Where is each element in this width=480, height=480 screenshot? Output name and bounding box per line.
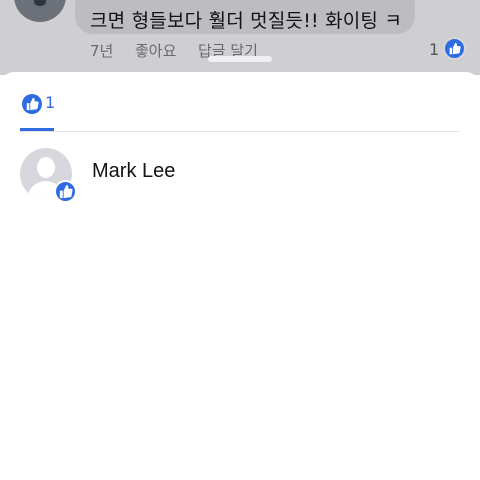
tab-like-count: 1 bbox=[45, 93, 56, 112]
tab-all-likes[interactable]: 1 bbox=[20, 93, 56, 129]
sheet-grabber-handle[interactable] bbox=[208, 56, 272, 62]
thumbs-up-icon bbox=[22, 94, 42, 114]
comment-thread-backdrop[interactable]: 크면 형들보다 훨더 멋질듯!! 화이팅 ㅋ 7년 좋아요 답글 달기 1 bbox=[0, 0, 480, 75]
commenter-avatar[interactable] bbox=[14, 0, 66, 22]
comment-reaction-count[interactable]: 1 bbox=[429, 40, 439, 59]
like-button[interactable]: 좋아요 bbox=[135, 40, 176, 61]
thumbs-up-icon[interactable] bbox=[443, 37, 466, 60]
thumbs-up-icon bbox=[54, 180, 77, 203]
tabs-divider bbox=[20, 131, 460, 132]
comment-time: 7년 bbox=[90, 42, 114, 60]
reactor-name[interactable]: Mark Lee bbox=[92, 160, 175, 183]
comment-text: 크면 형들보다 훨더 멋질듯!! 화이팅 ㅋ bbox=[90, 10, 403, 32]
reactions-sheet bbox=[0, 72, 480, 480]
reactor-row[interactable]: Mark Lee bbox=[0, 140, 480, 210]
